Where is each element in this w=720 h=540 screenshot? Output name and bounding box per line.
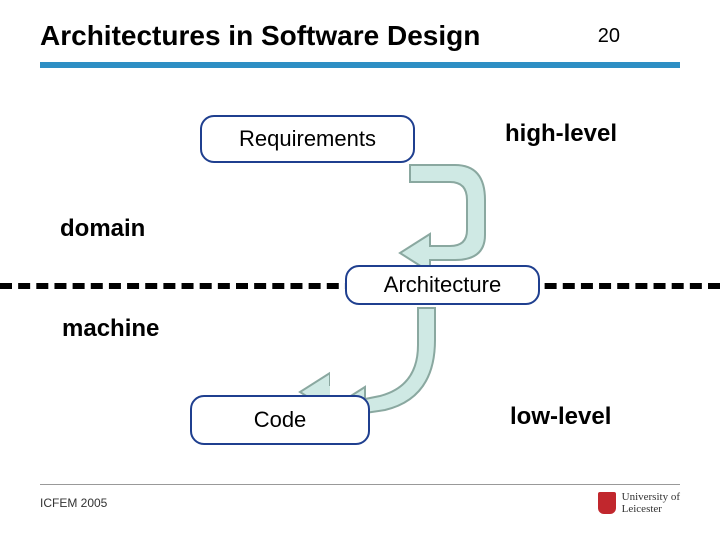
footer-affiliation: University of Leicester	[598, 491, 680, 515]
arrow-requirements-to-architecture	[395, 160, 505, 275]
title-underline	[40, 62, 680, 68]
domain-label: domain	[60, 215, 145, 243]
affiliation-line1: University of	[622, 491, 680, 503]
code-box: Code	[190, 395, 370, 445]
footer-conference: ICFEM 2005	[40, 496, 107, 510]
slide-title: Architectures in Software Design	[40, 20, 480, 51]
architecture-label: Architecture	[384, 272, 501, 298]
page-number: 20	[598, 25, 620, 48]
footer: ICFEM 2005 University of Leicester	[40, 484, 680, 515]
machine-label: machine	[62, 315, 159, 343]
title-bar: Architectures in Software Design 20	[40, 20, 680, 68]
low-level-label: low-level	[510, 403, 611, 431]
requirements-label: Requirements	[239, 126, 376, 152]
code-label: Code	[254, 407, 307, 433]
high-level-label: high-level	[505, 120, 617, 148]
architecture-box: Architecture	[345, 265, 540, 305]
requirements-box: Requirements	[200, 115, 415, 163]
affiliation-line2: Leicester	[622, 503, 680, 515]
university-shield-icon	[598, 492, 616, 514]
